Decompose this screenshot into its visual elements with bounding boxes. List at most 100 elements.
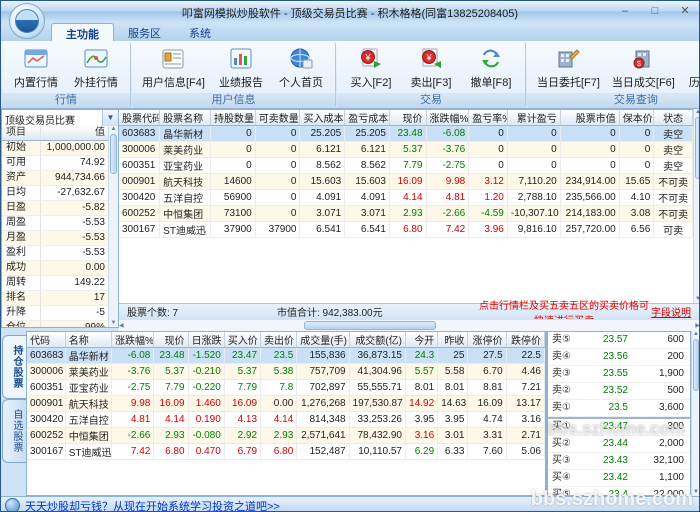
- contest-dropdown[interactable]: 顶级交易员比赛 ▼: [2, 110, 118, 127]
- account-panel-scrollbar[interactable]: ▲▼: [108, 126, 118, 327]
- order-book-row[interactable]: 卖③23.551,900: [548, 366, 690, 383]
- column-header[interactable]: 买入成本: [300, 110, 345, 126]
- column-header[interactable]: 股票代码: [119, 110, 160, 126]
- order-book-price[interactable]: 23.56: [582, 349, 628, 365]
- toolbar-button-个人首页[interactable]: 个人首页: [271, 44, 331, 92]
- holdings-scrollbar[interactable]: ▲▼: [693, 109, 700, 303]
- toolbar-button-撤单[F8][interactable]: 撤单[F8]: [461, 44, 521, 92]
- order-book-row[interactable]: 买②23.442,000: [548, 436, 690, 453]
- account-row[interactable]: 日盈-5.82: [2, 201, 109, 216]
- toolbar-button-当日成交[F6][interactable]: $当日成交[F6]: [606, 44, 681, 92]
- column-header[interactable]: 成交量(手): [297, 332, 349, 348]
- order-book-price[interactable]: 23.52: [582, 383, 628, 399]
- account-row[interactable]: 月盈-5.53: [2, 231, 109, 246]
- account-row[interactable]: 资产944,734.66: [2, 171, 109, 186]
- column-header[interactable]: 股票市值: [560, 110, 619, 126]
- holdings-row[interactable]: 603683晶华新材0025.20525.20523.48-6.080000卖空: [119, 126, 693, 142]
- column-header[interactable]: 昨收: [438, 332, 468, 348]
- order-book-row[interactable]: 卖②23.52500: [548, 383, 690, 400]
- column-header[interactable]: 日涨跌: [188, 332, 224, 348]
- order-book-row[interactable]: 卖①23.53,600: [548, 400, 690, 417]
- quotes-row[interactable]: 600351亚宝药业-2.757.79-0.2207.797.8702,8975…: [27, 380, 545, 396]
- column-header[interactable]: 涨停价: [468, 332, 506, 348]
- quotes-row[interactable]: 300420五洋自控4.814.140.1904.134.14814,34833…: [27, 412, 545, 428]
- toolbar-button-外挂行情[interactable]: 外挂行情: [66, 44, 126, 92]
- order-book-price[interactable]: 23.44: [582, 436, 628, 452]
- order-book-scrollbar[interactable]: ▲▼: [691, 331, 700, 496]
- toolbar-button-当日委托[F7][interactable]: 当日委托[F7]: [531, 44, 606, 92]
- quotes-row[interactable]: 603683晶华新材-6.0823.48-1.52023.4723.5155,8…: [27, 348, 545, 364]
- column-header[interactable]: 现价: [389, 110, 426, 126]
- maximize-icon[interactable]: □: [647, 4, 663, 18]
- holdings-row[interactable]: 300006莱美药业006.1216.1215.37-3.760000卖空: [119, 142, 693, 158]
- column-header[interactable]: 累计盈亏: [507, 110, 560, 126]
- toolbar-button-业绩报告[interactable]: 业绩报告: [211, 44, 271, 92]
- column-header[interactable]: 今开: [405, 332, 437, 348]
- order-book-price[interactable]: 23.4: [582, 487, 628, 496]
- account-row[interactable]: 升降-5: [2, 306, 109, 321]
- quotes-row[interactable]: 300006莱美药业-3.765.37-0.2105.375.38757,709…: [27, 364, 545, 380]
- holdings-row[interactable]: 000901航天科技14600015.60315.60316.099.983.1…: [119, 174, 693, 190]
- toolbar-button-买入[F2][interactable]: ¥买入[F2]: [341, 44, 401, 92]
- column-header[interactable]: 成交额(亿): [349, 332, 405, 348]
- order-book-price[interactable]: 23.42: [582, 470, 628, 486]
- side-tab-自选股票[interactable]: 自选股票: [2, 399, 27, 463]
- column-header[interactable]: 保本价: [619, 110, 654, 126]
- close-icon[interactable]: ✕: [677, 4, 693, 18]
- order-book-price[interactable]: 23.43: [582, 453, 628, 469]
- holdings-row[interactable]: 300167ST迪威迅37900379006.5416.5416.807.423…: [119, 222, 693, 238]
- column-header[interactable]: 买入价: [224, 332, 260, 348]
- tab-主功能[interactable]: 主功能: [51, 23, 114, 41]
- quotes-row[interactable]: 300167ST迪威迅7.426.800.4706.796.80152,4871…: [27, 444, 545, 460]
- order-book-row[interactable]: 买⑤23.422,000: [548, 487, 690, 496]
- tab-服务区[interactable]: 服务区: [114, 23, 175, 41]
- order-book-price[interactable]: 23.57: [582, 332, 628, 348]
- account-row[interactable]: 成功0.00: [2, 261, 109, 276]
- field-description-link[interactable]: 字段说明: [651, 304, 691, 319]
- account-row[interactable]: 周转149.22: [2, 276, 109, 291]
- column-header[interactable]: 名称: [65, 332, 111, 348]
- account-row[interactable]: 排名17: [2, 291, 109, 306]
- toolbar-button-卖出[F3][interactable]: ¥卖出[F3]: [401, 44, 461, 92]
- minimize-icon[interactable]: –: [617, 4, 633, 18]
- holdings-row[interactable]: 600351亚宝药业008.5628.5627.79-2.750000卖空: [119, 158, 693, 174]
- column-header[interactable]: 涨跌幅%: [112, 332, 154, 348]
- account-row[interactable]: 仓位99%: [2, 321, 109, 328]
- toolbar-button-用户信息[F4][interactable]: 用户信息[F4]: [136, 44, 211, 92]
- account-row[interactable]: 周盈-5.53: [2, 216, 109, 231]
- horizontal-scrollbar[interactable]: ◀▶: [119, 319, 700, 331]
- tab-系统[interactable]: 系统: [175, 23, 225, 41]
- column-header[interactable]: 卖出价: [261, 332, 297, 348]
- side-tab-持仓股票[interactable]: 持仓股票: [2, 335, 27, 399]
- column-header[interactable]: 可卖数量: [255, 110, 300, 126]
- column-header[interactable]: 股票名称: [160, 110, 211, 126]
- column-header[interactable]: 跌停价: [506, 332, 544, 348]
- order-book-row[interactable]: 卖④23.56200: [548, 349, 690, 366]
- quotes-row[interactable]: 000901航天科技9.9816.091.46016.090.001,276,2…: [27, 396, 545, 412]
- learn-investing-link[interactable]: 天天炒股却亏钱？从现在开始系统学习投资之道吧>>: [25, 498, 280, 512]
- order-book-price[interactable]: 23.47: [582, 419, 628, 435]
- column-header[interactable]: 持股数量: [211, 110, 256, 126]
- account-row[interactable]: 日均-27,632.67: [2, 186, 109, 201]
- toolbar-button-历史成交[interactable]: 历史成交: [681, 44, 700, 92]
- column-header[interactable]: 状态: [654, 110, 693, 126]
- order-book-row[interactable]: 买④23.421,100: [548, 470, 690, 487]
- order-book-price[interactable]: 23.5: [582, 400, 628, 416]
- account-row[interactable]: 盈利-5.53: [2, 246, 109, 261]
- column-header[interactable]: 现价: [154, 332, 188, 348]
- order-book-price[interactable]: 23.55: [582, 366, 628, 382]
- order-book-row[interactable]: 卖⑤23.57600: [548, 332, 690, 349]
- account-row[interactable]: 初始1,000,000.00: [2, 141, 109, 156]
- order-book-row[interactable]: 买③23.4332,100: [548, 453, 690, 470]
- holdings-row[interactable]: 600252中恒集团7310003.0713.0712.93-2.66-4.59…: [119, 206, 693, 222]
- column-header[interactable]: 涨跌幅%: [426, 110, 469, 126]
- chevron-down-icon[interactable]: ▼: [102, 110, 118, 126]
- column-header[interactable]: 代码: [27, 332, 65, 348]
- order-book-row[interactable]: 买①23.47300: [548, 417, 690, 436]
- column-header[interactable]: 盈亏率%: [469, 110, 508, 126]
- account-row[interactable]: 可用74.92: [2, 156, 109, 171]
- holdings-row[interactable]: 300420五洋自控5690004.0914.0914.144.811.202,…: [119, 190, 693, 206]
- quotes-row[interactable]: 600252中恒集团-2.662.93-0.0802.922.932,571,6…: [27, 428, 545, 444]
- toolbar-button-内置行情[interactable]: 内置行情: [6, 44, 66, 92]
- column-header[interactable]: 盈亏成本: [345, 110, 390, 126]
